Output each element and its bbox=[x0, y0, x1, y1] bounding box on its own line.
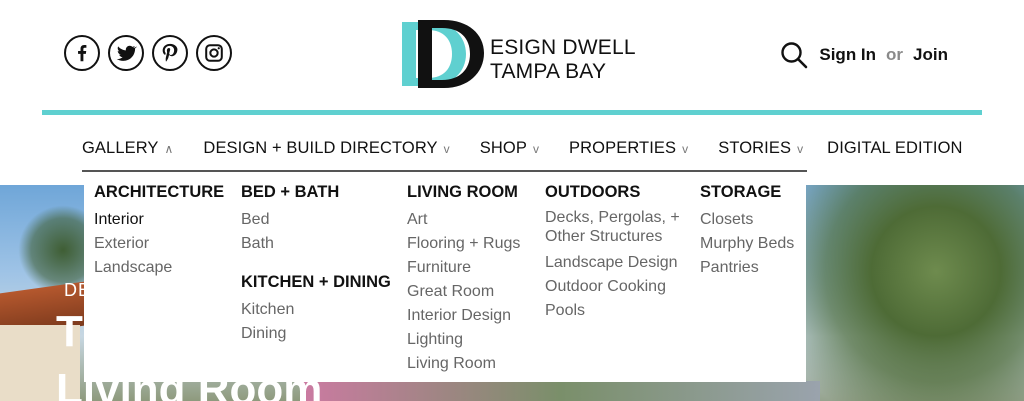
gallery-dropdown: ARCHITECTURE Interior Exterior Landscape… bbox=[84, 172, 806, 382]
nav-label: SHOP bbox=[479, 139, 527, 157]
sign-in-link[interactable]: Sign In bbox=[819, 45, 876, 65]
chevron-down-icon: v bbox=[797, 141, 804, 156]
nav-label: STORIES bbox=[718, 139, 792, 157]
chevron-down-icon: v bbox=[682, 141, 689, 156]
nav-stories[interactable]: STORIES v bbox=[718, 139, 803, 158]
hero-tree-right bbox=[804, 185, 1024, 401]
chevron-down-icon: v bbox=[532, 141, 540, 156]
menu-heading-bed-bath[interactable]: BED + BATH bbox=[241, 182, 391, 202]
auth-area: Sign In or Join bbox=[779, 40, 948, 70]
hero-garden bbox=[300, 381, 820, 401]
menu-heading-storage[interactable]: STORAGE bbox=[700, 182, 794, 202]
brand-name: ESIGN DWELL TAMPA BAY bbox=[490, 36, 636, 84]
menu-heading-architecture[interactable]: ARCHITECTURE bbox=[94, 182, 224, 202]
nav-label: DESIGN + BUILD DIRECTORY bbox=[203, 139, 438, 157]
join-link[interactable]: Join bbox=[913, 45, 948, 65]
nav-label: DIGITAL EDITION bbox=[827, 139, 963, 157]
instagram-icon[interactable] bbox=[196, 35, 232, 71]
site-logo[interactable]: ESIGN DWELL TAMPA BAY bbox=[400, 18, 636, 90]
nav-gallery[interactable]: GALLERY ∧ bbox=[82, 139, 173, 158]
nav-label: GALLERY bbox=[82, 139, 159, 157]
main-nav: GALLERY ∧ DESIGN + BUILD DIRECTORY v SHO… bbox=[82, 139, 963, 158]
menu-item-pantries[interactable]: Pantries bbox=[700, 256, 794, 280]
menu-item-furniture[interactable]: Furniture bbox=[407, 256, 520, 280]
nav-shop[interactable]: SHOP v bbox=[480, 139, 539, 158]
menu-item-art[interactable]: Art bbox=[407, 208, 520, 232]
menu-item-flooring-rugs[interactable]: Flooring + Rugs bbox=[407, 232, 520, 256]
menu-heading-outdoors[interactable]: OUTDOORS bbox=[545, 182, 690, 202]
menu-column-bed-bath: BED + BATH Bed Bath KITCHEN + DINING Kit… bbox=[241, 182, 391, 346]
menu-item-dining[interactable]: Dining bbox=[241, 322, 391, 346]
menu-item-outdoor-cooking[interactable]: Outdoor Cooking bbox=[545, 275, 690, 299]
menu-item-bath[interactable]: Bath bbox=[241, 232, 391, 256]
menu-heading-kitchen-dining[interactable]: KITCHEN + DINING bbox=[241, 272, 391, 292]
search-icon[interactable] bbox=[779, 40, 809, 70]
menu-item-pools[interactable]: Pools bbox=[545, 299, 690, 323]
twitter-icon[interactable] bbox=[108, 35, 144, 71]
menu-item-lighting[interactable]: Lighting bbox=[407, 328, 520, 352]
menu-item-landscape[interactable]: Landscape bbox=[94, 256, 224, 280]
nav-properties[interactable]: PROPERTIES v bbox=[569, 139, 688, 158]
menu-heading-living-room[interactable]: LIVING ROOM bbox=[407, 182, 520, 202]
menu-column-architecture: ARCHITECTURE Interior Exterior Landscape bbox=[94, 182, 224, 280]
or-text: or bbox=[886, 45, 904, 64]
menu-item-decks-pergolas[interactable]: Decks, Pergolas, + Other Structures bbox=[545, 208, 690, 246]
menu-item-exterior[interactable]: Exterior bbox=[94, 232, 224, 256]
menu-item-bed[interactable]: Bed bbox=[241, 208, 391, 232]
menu-column-storage: STORAGE Closets Murphy Beds Pantries bbox=[700, 182, 794, 280]
menu-item-great-room[interactable]: Great Room bbox=[407, 280, 520, 304]
nav-label: PROPERTIES bbox=[569, 139, 677, 157]
nav-digital-edition[interactable]: DIGITAL EDITION bbox=[827, 139, 962, 158]
facebook-icon[interactable] bbox=[64, 35, 100, 71]
brand-line-1: ESIGN DWELL bbox=[490, 36, 636, 59]
dd-logo-mark-icon bbox=[400, 18, 488, 90]
menu-column-living-room: LIVING ROOM Art Flooring + Rugs Furnitur… bbox=[407, 182, 520, 376]
menu-item-interior[interactable]: Interior bbox=[94, 208, 224, 232]
menu-item-closets[interactable]: Closets bbox=[700, 208, 794, 232]
menu-item-living-room[interactable]: Living Room bbox=[407, 352, 520, 376]
menu-item-kitchen[interactable]: Kitchen bbox=[241, 298, 391, 322]
header-divider bbox=[42, 110, 982, 115]
menu-item-murphy-beds[interactable]: Murphy Beds bbox=[700, 232, 794, 256]
brand-line-2: TAMPA BAY bbox=[490, 60, 607, 83]
social-links bbox=[64, 35, 232, 71]
menu-item-interior-design[interactable]: Interior Design bbox=[407, 304, 520, 328]
menu-column-outdoors: OUTDOORS Decks, Pergolas, + Other Struct… bbox=[545, 182, 690, 323]
menu-item-landscape-design[interactable]: Landscape Design bbox=[545, 251, 690, 275]
nav-design-build-directory[interactable]: DESIGN + BUILD DIRECTORY v bbox=[203, 139, 449, 158]
pinterest-icon[interactable] bbox=[152, 35, 188, 71]
chevron-down-icon: v bbox=[443, 141, 450, 156]
chevron-up-icon: ∧ bbox=[164, 141, 174, 156]
